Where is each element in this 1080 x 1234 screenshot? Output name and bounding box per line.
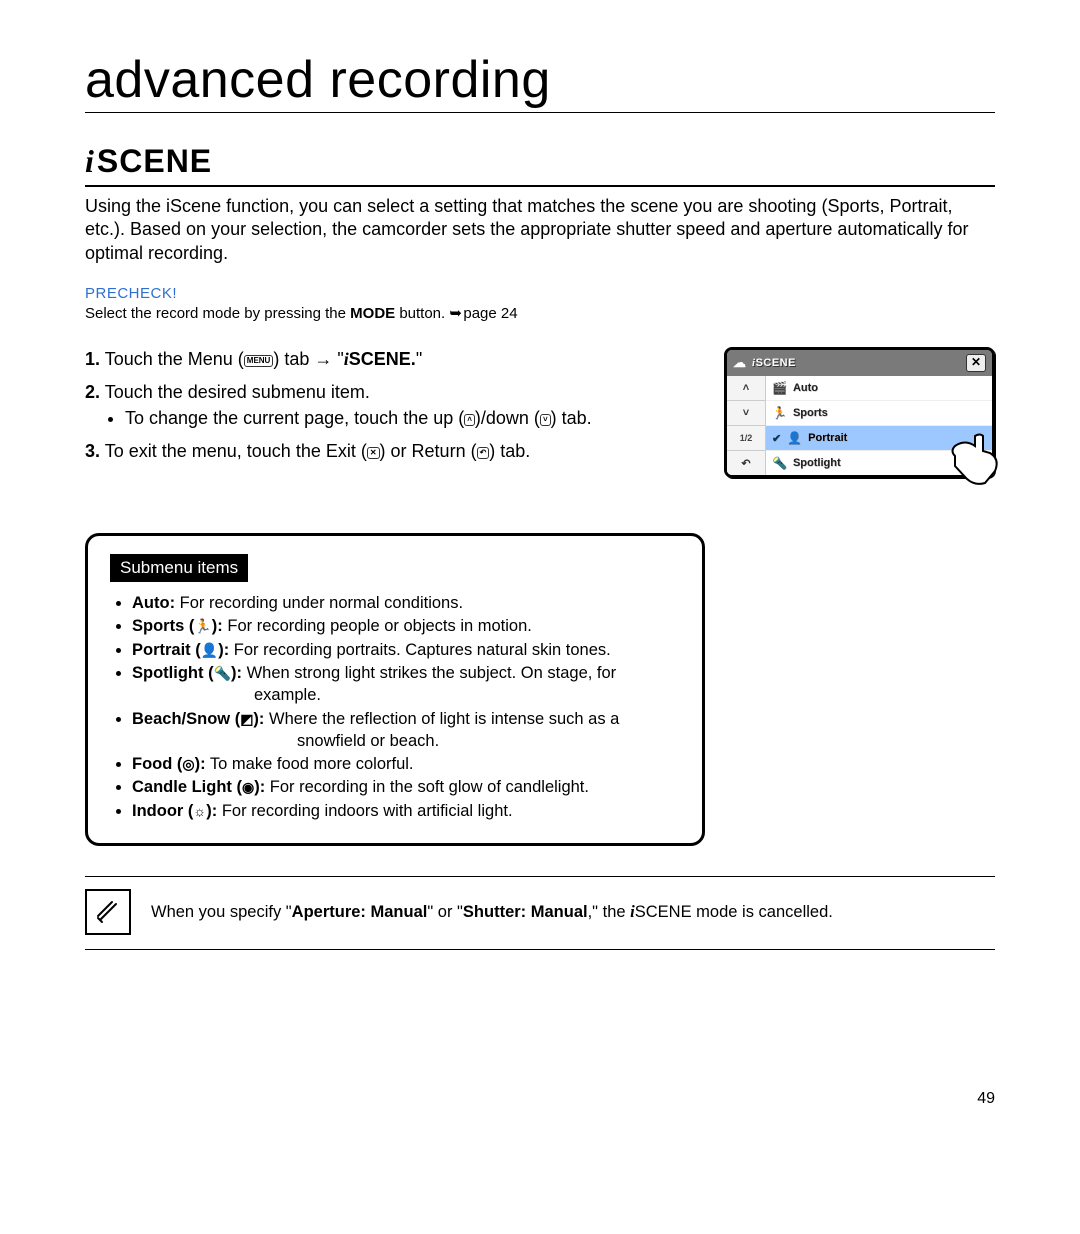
down-key-icon: ˅ bbox=[540, 414, 551, 426]
screen-row-auto[interactable]: 🎬 Auto bbox=[766, 376, 992, 401]
precheck-text: Select the record mode by pressing the M… bbox=[85, 304, 995, 322]
submenu-item-auto: Auto: For recording under normal conditi… bbox=[132, 592, 680, 614]
indoor-icon: ☼ bbox=[193, 802, 206, 821]
screen-list: 🎬 Auto 🏃 Sports ✔ 👤 Portrait bbox=[766, 376, 992, 475]
submenu-item-portrait: Portrait (👤): For recording portraits. C… bbox=[132, 639, 680, 661]
screen-preview: ☁ iSCENE ✕ ˄ ˅ 1/2 ↶ 🎬 Auto bbox=[724, 347, 995, 478]
page-ref-icon: ➥ bbox=[449, 304, 463, 322]
note-box: When you specify "Aperture: Manual" or "… bbox=[85, 876, 995, 950]
sports-icon: 🏃 bbox=[772, 406, 787, 420]
screen-page-indicator: 1/2 bbox=[727, 426, 765, 451]
cloud-icon: ☁ bbox=[733, 355, 746, 371]
arrow-right-icon: → bbox=[314, 349, 332, 369]
check-icon: ✔ bbox=[772, 432, 781, 445]
submenu-item-beach: Beach/Snow (◩): Where the reflection of … bbox=[132, 708, 680, 753]
candle-icon: ◉ bbox=[242, 778, 254, 797]
submenu-item-spotlight: Spotlight (🔦): When strong light strikes… bbox=[132, 662, 680, 707]
portrait-icon: 👤 bbox=[201, 641, 218, 660]
screen-down-button[interactable]: ˅ bbox=[727, 401, 765, 426]
step-3: 3. To exit the menu, touch the Exit (✕) … bbox=[85, 439, 699, 464]
page-number: 49 bbox=[85, 1090, 995, 1108]
screen-return-button[interactable]: ↶ bbox=[727, 451, 765, 475]
exit-key-icon: ✕ bbox=[367, 447, 380, 459]
screen-header: ☁ iSCENE ✕ bbox=[727, 350, 992, 376]
screen-close-button[interactable]: ✕ bbox=[966, 354, 986, 372]
submenu-box: Submenu items Auto: For recording under … bbox=[85, 533, 705, 846]
submenu-item-food: Food (◎): To make food more colorful. bbox=[132, 753, 680, 775]
submenu-item-indoor: Indoor (☼): For recording indoors with a… bbox=[132, 800, 680, 822]
section-title: SCENE bbox=[97, 143, 212, 179]
screen-row-spotlight[interactable]: 🔦 Spotlight bbox=[766, 451, 992, 475]
clapper-icon: 🎬 bbox=[772, 381, 787, 395]
up-key-icon: ˄ bbox=[464, 414, 475, 426]
step-1: 1. Touch the Menu (MENU) tab → "iSCENE." bbox=[85, 347, 699, 372]
spotlight-icon: 🔦 bbox=[214, 664, 231, 683]
note-text: When you specify "Aperture: Manual" or "… bbox=[151, 901, 833, 923]
submenu-list: Auto: For recording under normal conditi… bbox=[110, 592, 680, 822]
screen-row-sports[interactable]: 🏃 Sports bbox=[766, 401, 992, 426]
step-2-sub: To change the current page, touch the up… bbox=[125, 406, 699, 431]
intro-paragraph: Using the iScene function, you can selec… bbox=[85, 195, 995, 265]
spotlight-icon: 🔦 bbox=[772, 456, 787, 470]
food-icon: ◎ bbox=[182, 755, 194, 774]
submenu-item-candle: Candle Light (◉): For recording in the s… bbox=[132, 776, 680, 798]
step-2: 2. Touch the desired submenu item. To ch… bbox=[85, 380, 699, 430]
section-heading: iSCENE bbox=[85, 143, 995, 187]
precheck-label: PRECHECK! bbox=[85, 285, 995, 302]
sports-icon: 🏃 bbox=[194, 617, 211, 636]
scene-prefix-i: i bbox=[85, 143, 95, 179]
beach-icon: ◩ bbox=[240, 710, 253, 729]
steps-list: 1. Touch the Menu (MENU) tab → "iSCENE."… bbox=[85, 347, 699, 472]
return-key-icon: ↶ bbox=[477, 447, 490, 459]
submenu-item-sports: Sports (🏃): For recording people or obje… bbox=[132, 615, 680, 637]
menu-key-icon: MENU bbox=[244, 355, 274, 367]
screen-nav: ˄ ˅ 1/2 ↶ bbox=[727, 376, 766, 475]
screen-up-button[interactable]: ˄ bbox=[727, 376, 765, 401]
portrait-icon: 👤 bbox=[787, 431, 802, 445]
note-icon bbox=[85, 889, 131, 935]
submenu-heading: Submenu items bbox=[110, 554, 248, 582]
screen-row-portrait[interactable]: ✔ 👤 Portrait bbox=[766, 426, 992, 451]
chapter-title: advanced recording bbox=[85, 50, 995, 113]
